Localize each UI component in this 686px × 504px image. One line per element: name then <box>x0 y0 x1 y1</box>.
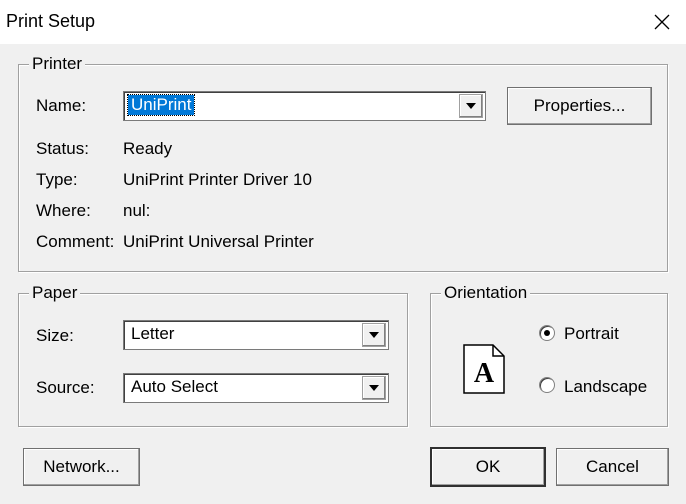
type-label: Type: <box>36 170 78 189</box>
printer-name-dropdown-button[interactable] <box>459 94 483 118</box>
comment-label: Comment: <box>36 232 115 251</box>
paper-source-select[interactable]: Auto Select <box>123 373 389 403</box>
cancel-button-label: Cancel <box>586 457 639 476</box>
comment-value: UniPrint Universal Printer <box>123 232 314 251</box>
network-button-label: Network... <box>43 457 120 476</box>
source-label: Source: <box>36 378 95 397</box>
status-value: Ready <box>123 139 173 158</box>
cancel-button[interactable]: Cancel <box>556 448 669 486</box>
portrait-label[interactable]: Portrait <box>564 324 619 344</box>
chevron-down-icon <box>466 103 476 109</box>
page-icon-letter: A <box>474 358 495 389</box>
ok-button-label: OK <box>475 457 501 476</box>
landscape-label[interactable]: Landscape <box>564 377 647 397</box>
portrait-radio-dot <box>544 330 550 336</box>
printer-group-label: Printer <box>29 54 86 74</box>
where-value: nul: <box>123 201 151 220</box>
close-icon <box>654 14 670 30</box>
paper-source-dropdown-button[interactable] <box>362 376 386 400</box>
title-bar: Print Setup <box>0 0 686 44</box>
paper-source-value: Auto Select <box>131 377 218 396</box>
properties-button-label: Properties... <box>533 96 626 115</box>
paper-size-select[interactable]: Letter <box>123 320 389 350</box>
orientation-group-label: Orientation <box>441 283 531 303</box>
portrait-page-icon: A <box>463 344 505 394</box>
type-value: UniPrint Printer Driver 10 <box>123 170 312 189</box>
name-label: Name: <box>36 96 87 115</box>
close-button[interactable] <box>646 6 678 38</box>
paper-group: Paper <box>18 283 408 427</box>
printer-name-value: UniPrint <box>126 94 196 116</box>
network-button[interactable]: Network... <box>23 448 140 486</box>
landscape-radio[interactable] <box>539 377 555 393</box>
chevron-down-icon <box>369 332 379 338</box>
portrait-radio[interactable] <box>539 325 555 341</box>
paper-size-value: Letter <box>131 324 175 343</box>
status-label: Status: <box>36 139 89 158</box>
ok-button[interactable]: OK <box>430 447 546 487</box>
where-label: Where: <box>36 201 91 220</box>
printer-name-select[interactable]: UniPrint <box>123 91 486 121</box>
paper-group-label: Paper <box>29 283 81 303</box>
paper-size-dropdown-button[interactable] <box>362 323 386 347</box>
properties-button[interactable]: Properties... <box>507 87 652 125</box>
chevron-down-icon <box>369 385 379 391</box>
dialog-title: Print Setup <box>6 11 96 31</box>
size-label: Size: <box>36 326 74 345</box>
